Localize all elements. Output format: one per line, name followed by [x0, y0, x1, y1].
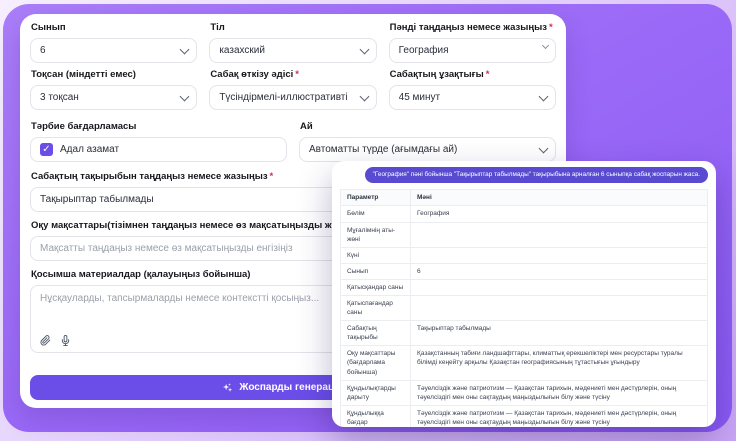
- form-row-2: Тоқсан (міндетті емес) 3 тоқсан Сабақ өт…: [30, 69, 556, 110]
- chevron-down-icon: [538, 91, 549, 101]
- program-field-group: Тәрбие бағдарламасы ✓ Адал азамат: [30, 121, 287, 162]
- table-row: Сабақтың тақырыбы Тақырыптар табылмады: [340, 320, 708, 347]
- table-header-param: Параметр: [340, 189, 411, 207]
- row-value: [410, 246, 708, 264]
- microphone-icon[interactable]: [60, 335, 71, 346]
- method-field-group: Сабақ өткізу әдісі * Түсіндірмелі-иллюстр…: [209, 69, 377, 110]
- term-label: Тоқсан (міндетті емес): [31, 69, 136, 80]
- row-param: Қатыспағандар саны: [340, 294, 411, 322]
- sparkles-icon: [223, 383, 233, 392]
- required-asterisk: *: [269, 171, 274, 182]
- class-field-group: Сынып 6: [30, 22, 198, 63]
- table-row: Құндылықтарды дарыту Тәуелсіздік және пат…: [340, 379, 708, 406]
- class-label: Сынып: [31, 22, 66, 33]
- program-checkbox-label: Адал азамат: [60, 144, 120, 155]
- row-value: [410, 278, 708, 296]
- program-checkbox-field[interactable]: ✓ Адал азамат: [30, 137, 287, 162]
- row-param: Күні: [340, 246, 411, 264]
- checkbox-checked[interactable]: ✓: [40, 143, 53, 156]
- row-value: Тақырыптар табылмады: [410, 320, 708, 347]
- month-select[interactable]: Автоматты түрде (ағымдағы ай): [299, 137, 556, 162]
- row-param: Оқу мақсаттары (бағдарлама бойынша): [340, 345, 411, 381]
- term-select[interactable]: 3 тоқсан: [30, 85, 198, 110]
- topic-value: Тақырыптар табылмады: [40, 194, 154, 205]
- row-param: Құндылықтарды дарыту: [340, 379, 411, 406]
- row-param: Бөлім: [340, 205, 411, 223]
- table-row: Сынып 6: [340, 262, 708, 280]
- language-value: казахский: [219, 45, 265, 56]
- program-label: Тәрбие бағдарламасы: [31, 121, 137, 132]
- language-label: Тіл: [210, 22, 225, 33]
- language-select[interactable]: казахский: [209, 38, 377, 63]
- row-param: Сынып: [340, 262, 411, 280]
- table-header-value: Мәні: [410, 189, 708, 207]
- table-row: Күні: [340, 246, 708, 264]
- row-value: Тәуелсіздік және патриотизм — Қазақстан …: [410, 379, 708, 406]
- month-field-group: Ай Автоматты түрде (ағымдағы ай): [299, 121, 556, 162]
- plan-parameters-table: Параметр Мәні Бөлім География Мұғалімнің …: [340, 189, 708, 427]
- subject-combobox[interactable]: География: [388, 38, 556, 63]
- chevron-down-icon: [541, 41, 550, 50]
- term-value: 3 тоқсан: [40, 92, 79, 103]
- term-field-group: Тоқсан (міндетті емес) 3 тоқсан: [30, 69, 198, 110]
- class-value: 6: [40, 45, 46, 56]
- row-param: Құндылыққа бағдар: [340, 404, 411, 427]
- table-row: Құндылыққа бағдар Тәуелсіздік және патрио…: [340, 404, 708, 427]
- row-value: Тәуелсіздік және патриотизм — Қазақстан …: [410, 404, 708, 427]
- generated-plan-panel: "География" пәні бойынша "Тақырыптар таб…: [332, 161, 716, 427]
- row-value: [410, 294, 708, 322]
- form-row-3: Тәрбие бағдарламасы ✓ Адал азамат Ай Авт…: [30, 121, 556, 162]
- month-value: Автоматты түрде (ағымдағы ай): [309, 144, 458, 155]
- duration-value: 45 минут: [398, 92, 441, 103]
- table-row: Қатысқандар саны: [340, 278, 708, 296]
- required-asterisk: *: [485, 69, 490, 80]
- month-label: Ай: [300, 121, 313, 132]
- paperclip-icon[interactable]: [40, 335, 51, 346]
- row-value: Қазақстанның табиғи ландшафттары, климат…: [410, 345, 708, 381]
- row-value: [410, 221, 708, 248]
- chevron-down-icon: [179, 91, 190, 101]
- required-asterisk: *: [548, 22, 553, 33]
- chevron-down-icon: [359, 91, 370, 101]
- language-field-group: Тіл казахский: [209, 22, 377, 63]
- subject-field-group: Пәнді таңдаңыз немесе жазыңыз * География: [388, 22, 556, 63]
- chevron-down-icon: [538, 143, 549, 153]
- form-row-1: Сынып 6 Тіл казахский Пәнді таңдаңыз нем…: [30, 22, 556, 63]
- table-row: Қатыспағандар саны: [340, 294, 708, 322]
- duration-label: Сабақтың ұзақтығы *: [389, 69, 490, 80]
- row-value: География: [410, 205, 708, 223]
- chevron-down-icon: [179, 44, 190, 54]
- table-header-row: Параметр Мәні: [340, 189, 708, 207]
- class-select[interactable]: 6: [30, 38, 198, 63]
- chevron-down-icon: [359, 44, 370, 54]
- duration-field-group: Сабақтың ұзақтығы * 45 минут: [388, 69, 556, 110]
- duration-select[interactable]: 45 минут: [388, 85, 556, 110]
- row-param: Қатысқандар саны: [340, 278, 411, 296]
- required-asterisk: *: [295, 69, 299, 80]
- method-label: Сабақ өткізу әдісі *: [210, 69, 299, 80]
- table-row: Бөлім География: [340, 205, 708, 223]
- prompt-bubble: "География" пәні бойынша "Тақырыптар таб…: [364, 167, 708, 184]
- row-param: Сабақтың тақырыбы: [340, 320, 411, 347]
- method-select[interactable]: Түсіндірмелі-иллюстративті: [209, 85, 377, 110]
- checkmark-icon: ✓: [42, 144, 51, 155]
- row-param: Мұғалімнің аты-жөні: [340, 221, 411, 248]
- row-value: 6: [410, 262, 708, 280]
- attachment-toolbar: [40, 335, 71, 346]
- subject-label: Пәнді таңдаңыз немесе жазыңыз *: [389, 22, 553, 33]
- method-value: Түсіндірмелі-иллюстративті: [219, 92, 348, 103]
- subject-value: География: [398, 45, 449, 56]
- table-row: Мұғалімнің аты-жөні: [340, 221, 708, 248]
- table-row: Оқу мақсаттары (бағдарлама бойынша) Қазақ…: [340, 345, 708, 381]
